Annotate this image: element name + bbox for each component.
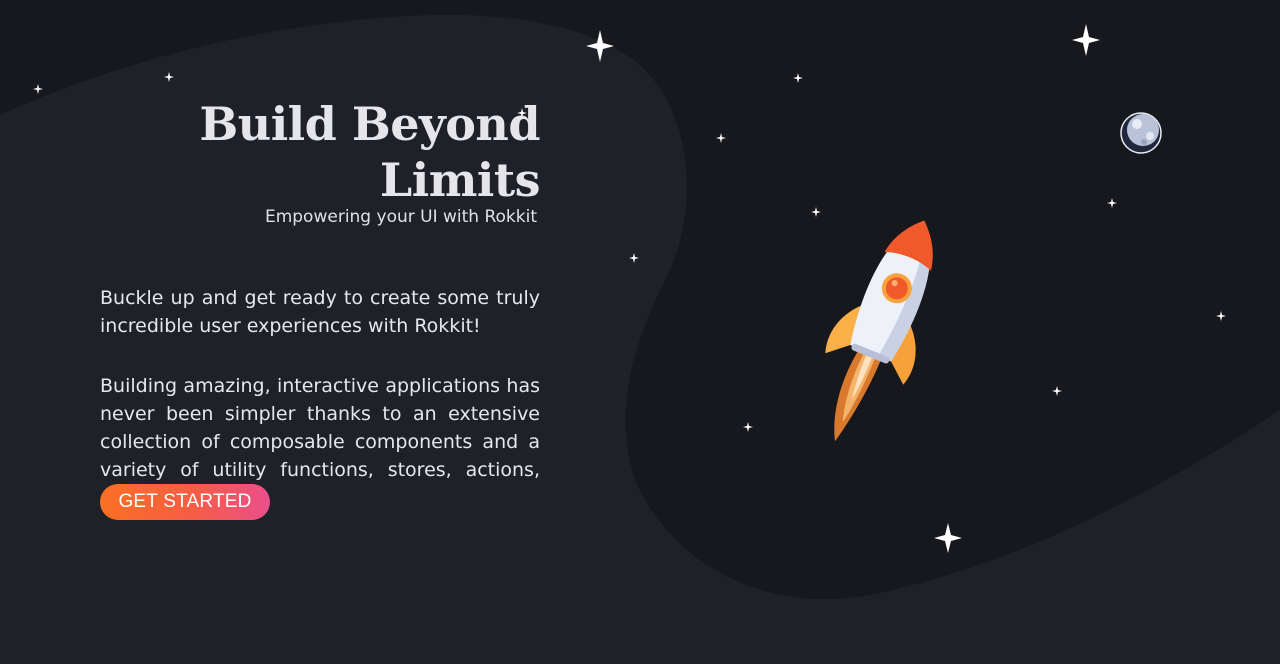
page-subtitle: Empowering your UI with Rokkit (264, 207, 537, 227)
intro-paragraph: Buckle up and get ready to create some t… (100, 287, 540, 337)
page-title: Build Beyond Limits (199, 97, 540, 207)
planet-icon (1120, 112, 1162, 154)
star-icon (164, 72, 174, 82)
star-icon (629, 253, 639, 263)
get-started-button[interactable]: GET STARTED (100, 484, 270, 520)
hero-text: Build Beyond Limits Empowering your UI w… (100, 96, 541, 512)
